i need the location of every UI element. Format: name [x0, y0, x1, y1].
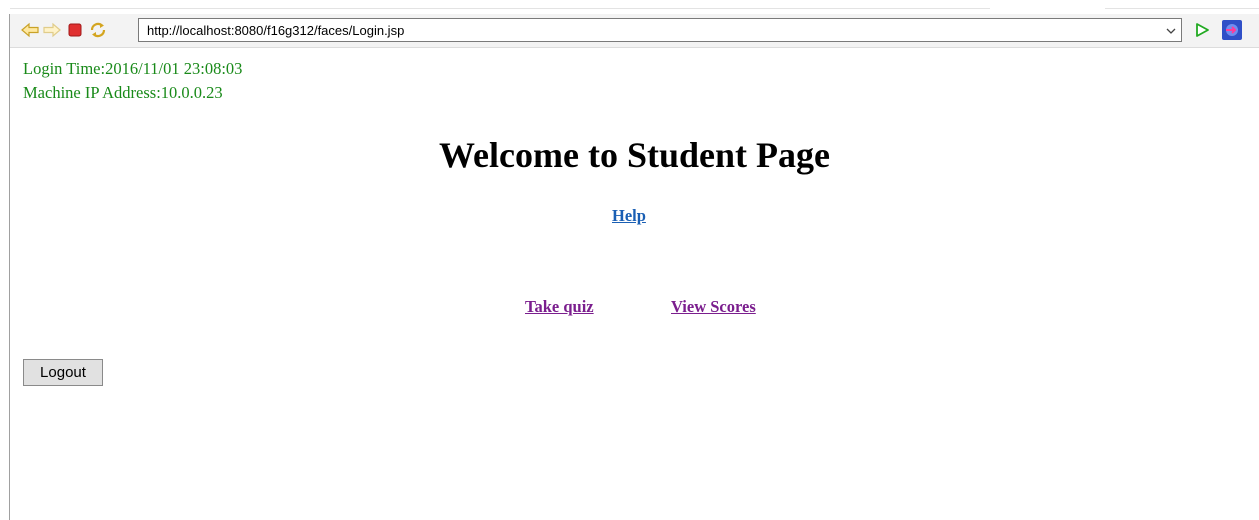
top-hairline-right	[1105, 8, 1259, 9]
login-time: Login Time:2016/11/01 23:08:03	[23, 59, 243, 78]
url-text[interactable]: http://localhost:8080/f16g312/faces/Logi…	[147, 23, 404, 38]
top-hairline	[10, 8, 990, 9]
page-title: Welcome to Student Page	[439, 135, 830, 175]
chevron-down-icon[interactable]	[1165, 24, 1177, 36]
refresh-icon[interactable]	[88, 20, 108, 40]
browser-toolbar: http://localhost:8080/f16g312/faces/Logi…	[10, 14, 1259, 48]
address-bar[interactable]: http://localhost:8080/f16g312/faces/Logi…	[138, 18, 1182, 42]
open-external-icon[interactable]	[1222, 20, 1242, 40]
logout-button[interactable]: Logout	[23, 359, 103, 386]
view-scores-link[interactable]: View Scores	[671, 297, 756, 317]
back-arrow-icon[interactable]	[20, 20, 40, 40]
help-link[interactable]: Help	[612, 206, 646, 226]
go-icon[interactable]	[1192, 20, 1212, 40]
take-quiz-link[interactable]: Take quiz	[525, 297, 594, 317]
page-content: Login Time:2016/11/01 23:08:03 Machine I…	[10, 48, 1259, 520]
stop-icon[interactable]	[65, 20, 85, 40]
forward-arrow-icon[interactable]	[42, 20, 62, 40]
machine-ip-address: Machine IP Address:10.0.0.23	[23, 83, 223, 102]
